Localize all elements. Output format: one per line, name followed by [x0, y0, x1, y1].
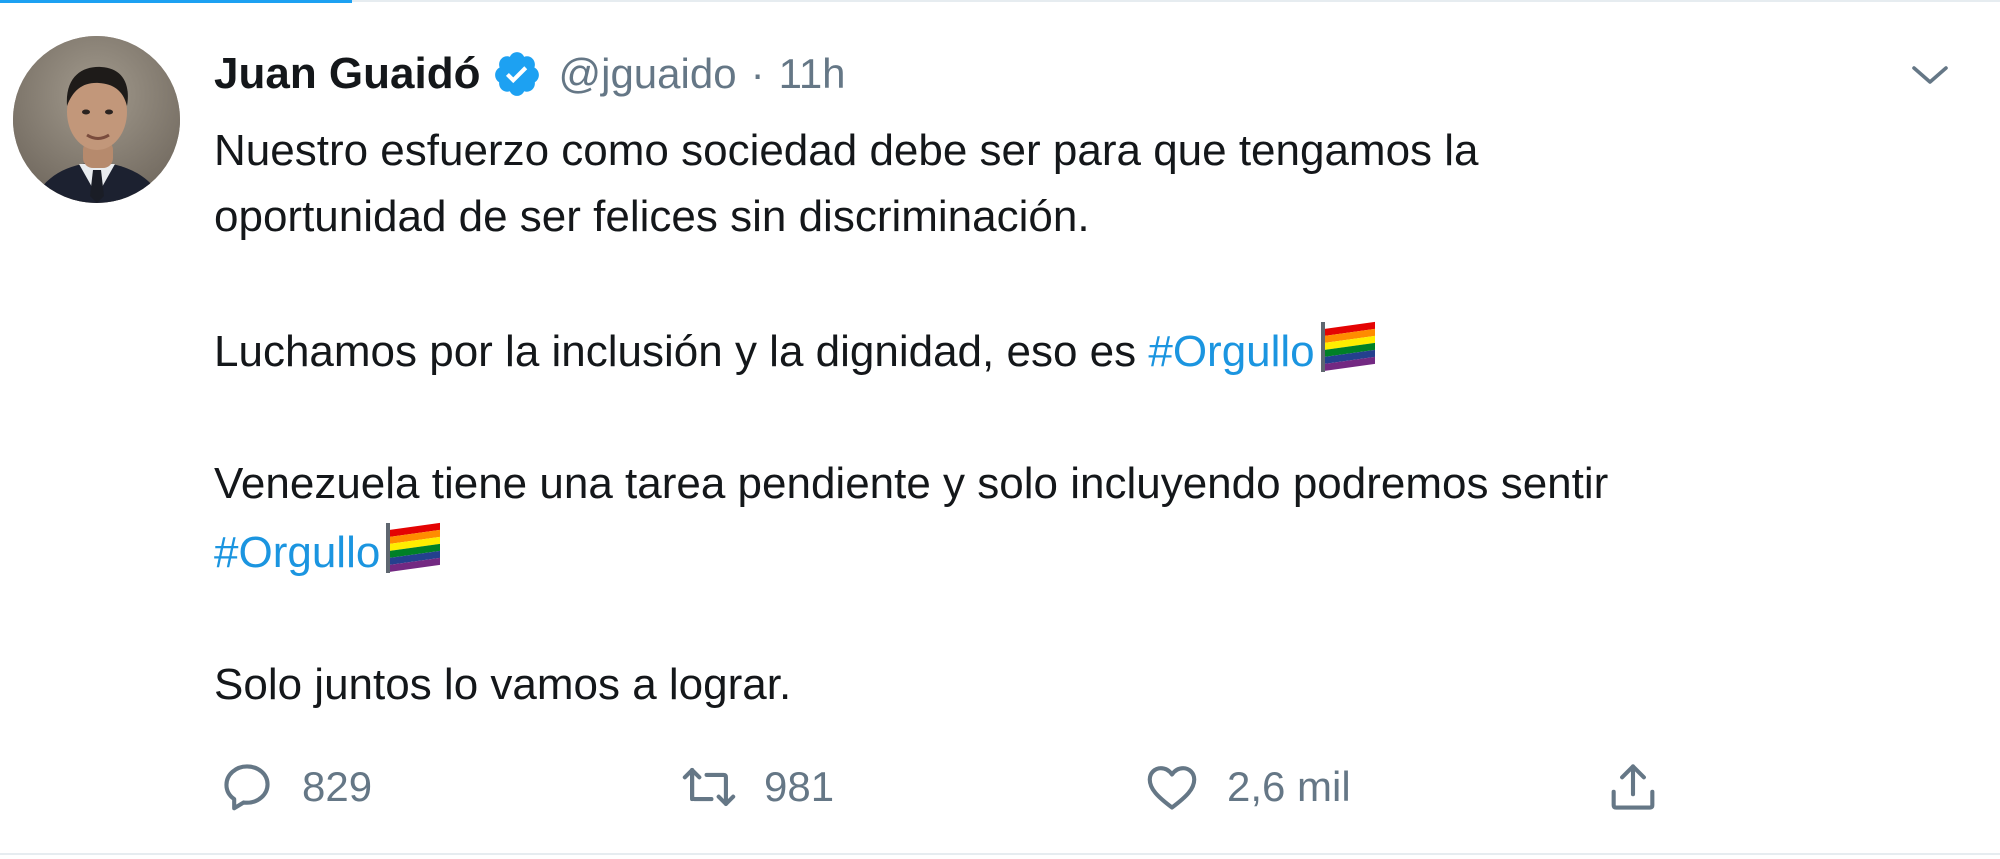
retweet-icon	[682, 768, 736, 806]
timestamp[interactable]: 11h	[779, 50, 846, 98]
heart-icon	[1147, 766, 1197, 810]
verified-badge-icon	[495, 52, 540, 96]
separator-dot: ·	[750, 50, 765, 97]
share-icon	[1611, 764, 1655, 810]
tweet-paragraph: Luchamos por la inclusión y la dignidad,…	[214, 316, 1954, 385]
tweet-actions: 829 981 2,6 mil	[0, 752, 2000, 822]
tweet-text-line: oportunidad de ser felices sin discrimin…	[214, 192, 1090, 241]
tweet-text-segment: Luchamos por la inclusión y la dignidad,…	[214, 327, 1149, 376]
tweet-header: Juan Guaidó @jguaido · 11h	[214, 44, 846, 104]
rainbow-flag-emoji	[1320, 321, 1375, 372]
hashtag-link[interactable]: #Orgullo	[1148, 327, 1314, 376]
author-name[interactable]: Juan Guaidó	[214, 49, 480, 99]
retweet-button[interactable]: 981	[680, 752, 834, 822]
bottom-divider	[0, 853, 2000, 855]
chevron-down-icon[interactable]	[1906, 52, 1954, 100]
tweet-text-line: Solo juntos lo vamos a lograr.	[214, 660, 792, 709]
active-tab-indicator	[0, 0, 352, 3]
hashtag-link[interactable]: #Orgullo	[214, 528, 380, 577]
top-divider	[352, 0, 2000, 2]
tweet-body: Nuestro esfuerzo como sociedad debe ser …	[214, 118, 1954, 718]
tweet-text-line: Nuestro esfuerzo como sociedad debe ser …	[214, 126, 1479, 175]
rainbow-flag-emoji	[386, 522, 441, 573]
reply-icon	[224, 764, 270, 811]
reply-count: 829	[302, 763, 373, 810]
tweet-text-line: Venezuela tiene una tarea pendiente y so…	[214, 459, 1609, 508]
like-button[interactable]: 2,6 mil	[1143, 752, 1351, 822]
retweet-count: 981	[764, 763, 835, 810]
avatar[interactable]	[13, 36, 180, 203]
avatar-photo	[13, 36, 180, 203]
like-count: 2,6 mil	[1227, 763, 1351, 810]
author-handle[interactable]: @jguaido	[558, 50, 736, 98]
tweet-paragraph: #Orgullo	[214, 517, 1954, 586]
reply-button[interactable]: 829	[218, 752, 372, 822]
share-button[interactable]	[1604, 752, 1662, 822]
